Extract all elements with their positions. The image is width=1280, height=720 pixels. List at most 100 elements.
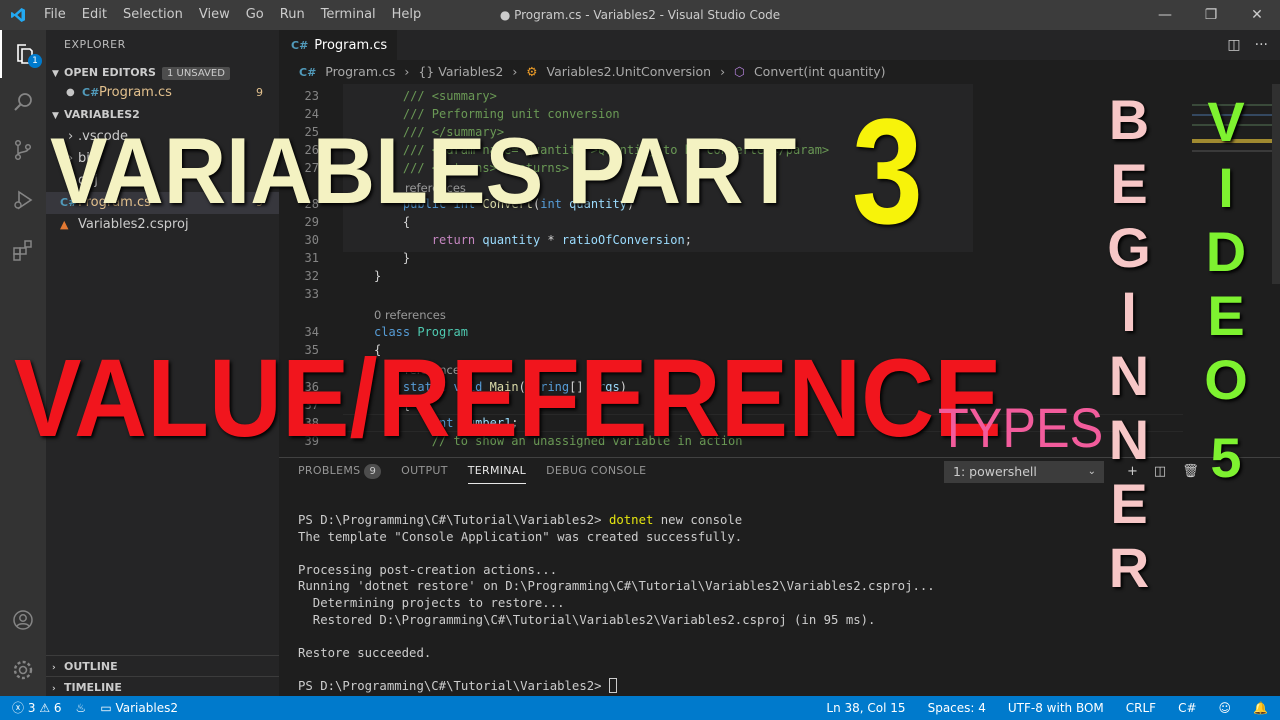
breadcrumb-namespace[interactable]: {} Variables2 (418, 64, 503, 79)
unsaved-badge: 1 UNSAVED (161, 67, 230, 80)
breadcrumb-class[interactable]: Variables2.UnitConversion (547, 64, 712, 79)
vertical-scrollbar[interactable] (1272, 84, 1280, 284)
beginner-letter: N (1108, 344, 1150, 407)
overlay-title: VARIABLES PART (50, 118, 797, 223)
search-icon[interactable] (0, 78, 46, 126)
settings-gear-icon[interactable] (0, 646, 46, 694)
code-line: /// <summary> (374, 89, 497, 103)
cursor-position[interactable]: Ln 38, Col 15 (826, 696, 905, 720)
editor-tab-bar: C# Program.cs ◫ ··· (279, 30, 1280, 60)
menu-file[interactable]: File (36, 0, 74, 30)
sidebar-title: EXPLORER (64, 38, 126, 51)
menu-bar: File Edit Selection View Go Run Terminal… (36, 0, 429, 30)
outline-label: OUTLINE (64, 660, 118, 673)
video-letter: O (1204, 348, 1248, 411)
problems-status[interactable]: ⓧ 3 ⚠ 6 (12, 696, 62, 720)
terminal-prompt: PS D:\Programming\C#\Tutorial\Variables2… (298, 678, 609, 693)
menu-terminal[interactable]: Terminal (313, 0, 384, 30)
tab-label: PROBLEMS (298, 464, 361, 477)
overlay-part-number: 3 (852, 87, 923, 255)
beginner-letter: N (1108, 408, 1150, 471)
run-debug-icon[interactable] (0, 176, 46, 224)
tab-program-cs[interactable]: C# Program.cs (279, 30, 397, 60)
title-bar: File Edit Selection View Go Run Terminal… (0, 0, 1280, 30)
overlay-types: TYPES (938, 396, 1104, 459)
account-icon[interactable] (0, 596, 46, 644)
video-letter: 5 (1210, 426, 1242, 489)
tab-label: Program.cs (314, 37, 388, 53)
encoding[interactable]: UTF-8 with BOM (1008, 696, 1104, 720)
window-controls: — ❐ ✕ (1142, 0, 1280, 30)
terminal-prompt: PS D:\Programming\C#\Tutorial\Variables2… (298, 513, 609, 527)
chevron-right-icon: › (512, 64, 518, 79)
project-name: Variables2 (115, 701, 178, 715)
line-number: 33 (304, 287, 319, 301)
terminal-line: Determining projects to restore... (298, 595, 565, 610)
line-ending[interactable]: CRLF (1126, 696, 1156, 720)
minimize-icon[interactable]: — (1142, 0, 1188, 30)
code-line: } (374, 251, 411, 265)
problems-count: 9 (364, 464, 382, 479)
more-actions-icon[interactable]: ··· (1255, 37, 1268, 53)
code-line: } (374, 269, 382, 283)
language-mode[interactable]: C# (1178, 696, 1196, 720)
bell-icon[interactable]: 🔔 (1253, 696, 1268, 720)
explorer-icon[interactable]: 1 (0, 30, 46, 78)
terminal-line: Restored D:\Programming\C#\Tutorial\Vari… (298, 612, 876, 627)
video-letter: V (1207, 90, 1245, 153)
warning-count: 6 (53, 701, 62, 715)
terminal-output[interactable]: PS D:\Programming\C#\Tutorial\Variables2… (298, 512, 935, 695)
timeline-label: TIMELINE (64, 681, 122, 694)
beginner-letter: E (1110, 472, 1148, 535)
beginner-letter: E (1110, 152, 1148, 215)
terminal-line: Running 'dotnet restore' on D:\Programmi… (298, 579, 935, 594)
csharp-file-icon: C# (291, 38, 309, 52)
line-number: 30 (304, 233, 319, 247)
close-icon[interactable]: ✕ (1234, 0, 1280, 30)
beginner-letter: I (1121, 280, 1137, 343)
extensions-icon[interactable] (0, 226, 46, 274)
unsaved-dot-icon: ● (66, 87, 75, 98)
code-line: return quantity * ratioOfConversion; (431, 233, 692, 247)
tab-terminal[interactable]: TERMINAL (467, 458, 527, 484)
status-left: ⓧ 3 ⚠ 6 ♨ ▭ Variables2 (12, 696, 178, 720)
open-editors-label: OPEN EDITORS (64, 66, 156, 79)
terminal-command: dotnet (608, 513, 654, 527)
tab-debug-console[interactable]: DEBUG CONSOLE (546, 458, 646, 484)
menu-go[interactable]: Go (238, 0, 272, 30)
menu-edit[interactable]: Edit (74, 0, 115, 30)
breadcrumb-method[interactable]: Convert(int quantity) (754, 64, 886, 79)
flame-icon[interactable]: ♨ (76, 696, 87, 720)
open-editors-section[interactable]: ▼ OPEN EDITORS 1 UNSAVED (46, 62, 279, 84)
line-number: 32 (304, 269, 319, 283)
method-icon: ⬡ (734, 64, 745, 79)
problem-count: 9 (256, 86, 263, 99)
menu-run[interactable]: Run (272, 0, 313, 30)
project-status[interactable]: ▭ Variables2 (100, 696, 178, 720)
video-letter: D (1205, 220, 1247, 283)
tab-problems[interactable]: PROBLEMS 9 (298, 458, 382, 484)
source-control-icon[interactable] (0, 126, 46, 174)
status-bar: ⓧ 3 ⚠ 6 ♨ ▭ Variables2 Ln 38, Col 15 Spa… (0, 696, 1280, 720)
folder-icon: ▭ (100, 701, 112, 715)
codelens-references[interactable]: 0 references (374, 308, 446, 322)
indentation[interactable]: Spaces: 4 (928, 696, 986, 720)
menu-selection[interactable]: Selection (115, 0, 191, 30)
terminal-select-value: 1: powershell (953, 464, 1037, 479)
terminal-select[interactable]: 1: powershell ⌄ (944, 461, 1104, 483)
chevron-right-icon: › (404, 64, 410, 79)
breadcrumb-file[interactable]: Program.cs (325, 64, 395, 79)
menu-view[interactable]: View (191, 0, 238, 30)
video-letter: E (1207, 284, 1245, 347)
csharp-file-icon: C# (299, 66, 317, 79)
split-editor-icon[interactable]: ◫ (1227, 37, 1240, 53)
open-editor-item[interactable]: ● C# Program.cs 9 (46, 82, 279, 104)
editor-actions: ◫ ··· (1227, 30, 1268, 60)
timeline-section[interactable]: › TIMELINE (46, 676, 279, 698)
menu-help[interactable]: Help (384, 0, 430, 30)
line-number: 23 (304, 89, 319, 103)
feedback-icon[interactable]: ☺ (1219, 696, 1232, 720)
outline-section[interactable]: › OUTLINE (46, 655, 279, 677)
tab-output[interactable]: OUTPUT (401, 458, 448, 484)
restore-icon[interactable]: ❐ (1188, 0, 1234, 30)
